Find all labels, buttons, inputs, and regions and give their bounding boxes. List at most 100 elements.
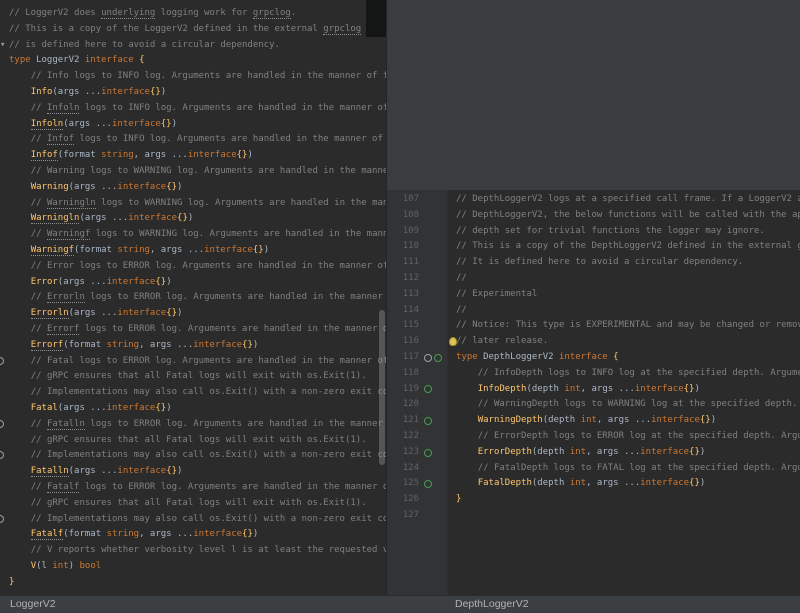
- code-line[interactable]: [456, 508, 800, 524]
- code-token: logs to INFO log. Arguments are handled …: [74, 134, 387, 144]
- line-number[interactable]: 123: [387, 445, 419, 461]
- breadcrumb-loggerv2[interactable]: LoggerV2: [10, 598, 56, 610]
- code-line[interactable]: Warningf(format string, args ...interfac…: [9, 243, 386, 259]
- line-number[interactable]: 109: [387, 224, 419, 240]
- code-line[interactable]: // gRPC ensures that all Fatal logs will…: [9, 369, 386, 385]
- code-line[interactable]: // Notice: This type is EXPERIMENTAL and…: [456, 318, 800, 334]
- line-number[interactable]: 122: [387, 429, 419, 445]
- implemented-gutter-icon[interactable]: [424, 385, 432, 393]
- code-line[interactable]: // Warningln logs to WARNING log. Argume…: [9, 196, 386, 212]
- code-line[interactable]: // InfoDepth logs to INFO log at the spe…: [456, 366, 800, 382]
- code-line[interactable]: // LoggerV2 does underlying logging work…: [9, 6, 386, 22]
- code-line[interactable]: // Fatalf logs to ERROR log. Arguments a…: [9, 480, 386, 496]
- line-number[interactable]: 113: [387, 287, 419, 303]
- right-editor-pane[interactable]: 1071081091101111121131141151161171181191…: [387, 190, 800, 596]
- line-number[interactable]: 118: [387, 366, 419, 382]
- code-line[interactable]: // Info logs to INFO log. Arguments are …: [9, 69, 386, 85]
- overridden-gutter-icon[interactable]: [424, 354, 432, 362]
- code-line[interactable]: // V reports whether verbosity level l i…: [9, 543, 386, 559]
- code-line[interactable]: Warning(args ...interface{}): [9, 180, 386, 196]
- code-line[interactable]: Errorln(args ...interface{}): [9, 306, 386, 322]
- code-line[interactable]: // Warningf logs to WARNING log. Argumen…: [9, 227, 386, 243]
- line-number[interactable]: 121: [387, 413, 419, 429]
- left-editor-pane[interactable]: // LoggerV2 does underlying logging work…: [0, 0, 387, 596]
- code-line[interactable]: // ErrorDepth logs to ERROR log at the s…: [456, 429, 800, 445]
- right-code-area[interactable]: // DepthLoggerV2 logs at a specified cal…: [447, 192, 800, 524]
- code-line[interactable]: // Fatal logs to ERROR log. Arguments ar…: [9, 354, 386, 370]
- line-number[interactable]: 108: [387, 208, 419, 224]
- code-line[interactable]: // Implementations may also call os.Exit…: [9, 385, 386, 401]
- code-line[interactable]: // depth set for trivial functions the l…: [456, 224, 800, 240]
- code-line[interactable]: // It is defined here to avoid a circula…: [456, 255, 800, 271]
- code-token: [9, 371, 31, 381]
- code-line[interactable]: // Errorln logs to ERROR log. Arguments …: [9, 290, 386, 306]
- code-line[interactable]: // Infoln logs to INFO log. Arguments ar…: [9, 101, 386, 117]
- intention-bulb-icon[interactable]: [449, 337, 457, 346]
- code-line[interactable]: Error(args ...interface{}): [9, 275, 386, 291]
- code-line[interactable]: // Infof logs to INFO log. Arguments are…: [9, 132, 386, 148]
- line-number[interactable]: 127: [387, 508, 419, 524]
- code-line[interactable]: // DepthLoggerV2, the below functions wi…: [456, 208, 800, 224]
- code-line[interactable]: Infof(format string, args ...interface{}…: [9, 148, 386, 164]
- fold-icon[interactable]: ▾: [0, 41, 5, 50]
- line-number[interactable]: 111: [387, 255, 419, 271]
- code-line[interactable]: // gRPC ensures that all Fatal logs will…: [9, 433, 386, 449]
- code-line[interactable]: // is defined here to avoid a circular d…: [9, 38, 386, 54]
- code-line[interactable]: // Warning logs to WARNING log. Argument…: [9, 164, 386, 180]
- code-line[interactable]: }: [456, 492, 800, 508]
- line-number[interactable]: 115: [387, 318, 419, 334]
- code-line[interactable]: // Experimental: [456, 287, 800, 303]
- line-number[interactable]: 117: [387, 350, 419, 366]
- code-line[interactable]: ErrorDepth(depth int, args ...interface{…: [456, 445, 800, 461]
- line-number[interactable]: 112: [387, 271, 419, 287]
- line-number[interactable]: 107: [387, 192, 419, 208]
- code-line[interactable]: FatalDepth(depth int, args ...interface{…: [456, 476, 800, 492]
- code-line[interactable]: // Fatalln logs to ERROR log. Arguments …: [9, 417, 386, 433]
- code-line[interactable]: // gRPC ensures that all Fatal logs will…: [9, 496, 386, 512]
- code-token: grpclog: [323, 24, 361, 35]
- breadcrumb-depthloggerv2[interactable]: DepthLoggerV2: [455, 598, 529, 610]
- line-number[interactable]: 125: [387, 476, 419, 492]
- line-number[interactable]: 116: [387, 334, 419, 350]
- code-line[interactable]: type DepthLoggerV2 interface {: [456, 350, 800, 366]
- code-line[interactable]: V(l int) bool: [9, 559, 386, 575]
- code-line[interactable]: // Implementations may also call os.Exit…: [9, 512, 386, 528]
- code-line[interactable]: Info(args ...interface{}): [9, 85, 386, 101]
- line-number[interactable]: 124: [387, 461, 419, 477]
- code-line[interactable]: Fatalln(args ...interface{}): [9, 464, 386, 480]
- implemented-gutter-icon[interactable]: [424, 480, 432, 488]
- line-number[interactable]: 126: [387, 492, 419, 508]
- code-line[interactable]: // Error logs to ERROR log. Arguments ar…: [9, 259, 386, 275]
- implemented-gutter-icon[interactable]: [424, 449, 432, 457]
- code-token: [9, 166, 31, 176]
- line-number[interactable]: 120: [387, 397, 419, 413]
- left-code-area[interactable]: // LoggerV2 does underlying logging work…: [0, 6, 386, 590]
- code-line[interactable]: Infoln(args ...interface{}): [9, 117, 386, 133]
- code-line[interactable]: WarningDepth(depth int, args ...interfac…: [456, 413, 800, 429]
- code-line[interactable]: // Implementations may also call os.Exit…: [9, 448, 386, 464]
- code-token: // DepthLoggerV2 logs at a specified cal…: [456, 194, 800, 204]
- code-line[interactable]: Fatal(args ...interface{}): [9, 401, 386, 417]
- line-number[interactable]: 119: [387, 382, 419, 398]
- code-line[interactable]: // WarningDepth logs to WARNING log at t…: [456, 397, 800, 413]
- code-token: // later release.: [456, 336, 548, 346]
- line-number[interactable]: 114: [387, 303, 419, 319]
- code-line[interactable]: Fatalf(format string, args ...interface{…: [9, 527, 386, 543]
- code-line[interactable]: // DepthLoggerV2 logs at a specified cal…: [456, 192, 800, 208]
- code-line[interactable]: //: [456, 303, 800, 319]
- code-line[interactable]: // Errorf logs to ERROR log. Arguments a…: [9, 322, 386, 338]
- code-line[interactable]: Errorf(format string, args ...interface{…: [9, 338, 386, 354]
- implemented-gutter-icon[interactable]: [434, 354, 442, 362]
- code-line[interactable]: Warningln(args ...interface{}): [9, 211, 386, 227]
- code-line[interactable]: type LoggerV2 interface {: [9, 53, 386, 69]
- code-line[interactable]: //: [456, 271, 800, 287]
- code-line[interactable]: // later release.: [456, 334, 800, 350]
- line-number[interactable]: 110: [387, 239, 419, 255]
- code-line[interactable]: InfoDepth(depth int, args ...interface{}…: [456, 382, 800, 398]
- code-line[interactable]: }: [9, 575, 386, 591]
- scrollbar-thumb[interactable]: [379, 310, 385, 465]
- code-line[interactable]: // This is a copy of the LoggerV2 define…: [9, 22, 386, 38]
- code-line[interactable]: // FatalDepth logs to FATAL log at the s…: [456, 461, 800, 477]
- code-line[interactable]: // This is a copy of the DepthLoggerV2 d…: [456, 239, 800, 255]
- implemented-gutter-icon[interactable]: [424, 417, 432, 425]
